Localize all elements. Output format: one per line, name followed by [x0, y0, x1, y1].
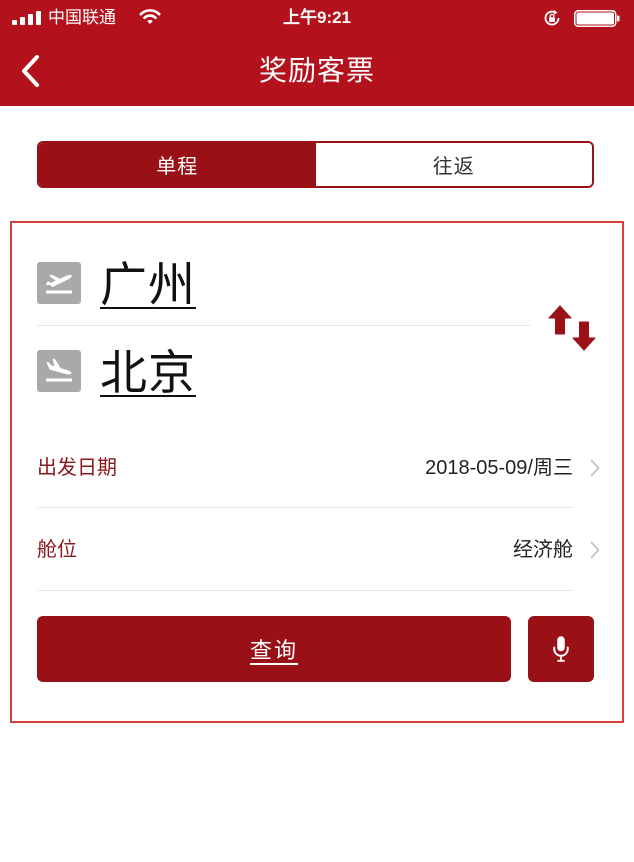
carrier-name: 中国联通	[48, 8, 116, 27]
departure-date-label: 出发日期	[37, 457, 117, 479]
tab-round-trip[interactable]: 往返	[315, 143, 592, 186]
nav-bar: 奖励客票	[0, 36, 634, 106]
tab-round-trip-label: 往返	[432, 156, 475, 178]
departure-date-row[interactable]: 出发日期 2018-05-09/周三	[37, 448, 607, 488]
chevron-right-icon	[590, 459, 600, 477]
flight-search-card: 广州 北京 出发日期 2018-05-09/周三 舱位 经济舱 查询	[10, 221, 624, 723]
voice-search-button[interactable]	[528, 616, 594, 682]
microphone-icon	[553, 636, 569, 662]
origin-city[interactable]: 广州	[100, 255, 196, 315]
cabin-class-label: 舱位	[37, 539, 77, 561]
tab-one-way[interactable]: 单程	[39, 143, 316, 186]
destination-city[interactable]: 北京	[100, 343, 196, 403]
departure-date-value: 2018-05-09/周三	[425, 457, 573, 479]
date-divider	[37, 507, 573, 508]
chevron-right-icon	[590, 541, 600, 559]
search-button-label: 查询	[249, 638, 298, 663]
page-title: 奖励客票	[258, 55, 375, 86]
back-chevron-icon	[22, 55, 39, 87]
cabin-divider	[37, 590, 573, 591]
swap-icon[interactable]	[548, 304, 596, 352]
app-screen: 中国联通 上午9:21 奖励客票 单程 往返 广州 北京 出发日期 2018-0…	[0, 0, 634, 862]
trip-type-segmented-control: 单程 往返	[37, 141, 594, 188]
cabin-class-value: 经济舱	[513, 539, 573, 561]
takeoff-icon	[37, 262, 81, 304]
search-button[interactable]: 查询	[37, 616, 511, 682]
wifi-icon	[139, 9, 161, 24]
orientation-lock-icon	[544, 10, 560, 26]
signal-icon	[12, 11, 41, 25]
route-divider	[37, 325, 530, 326]
status-bar: 中国联通 上午9:21	[0, 0, 634, 36]
landing-icon	[37, 350, 81, 392]
tab-one-way-label: 单程	[156, 156, 199, 178]
header: 中国联通 上午9:21 奖励客票	[0, 0, 634, 106]
status-time: 上午9:21	[282, 8, 352, 27]
cabin-class-row[interactable]: 舱位 经济舱	[37, 530, 607, 570]
back-button[interactable]	[10, 50, 50, 92]
battery-icon	[574, 10, 620, 27]
